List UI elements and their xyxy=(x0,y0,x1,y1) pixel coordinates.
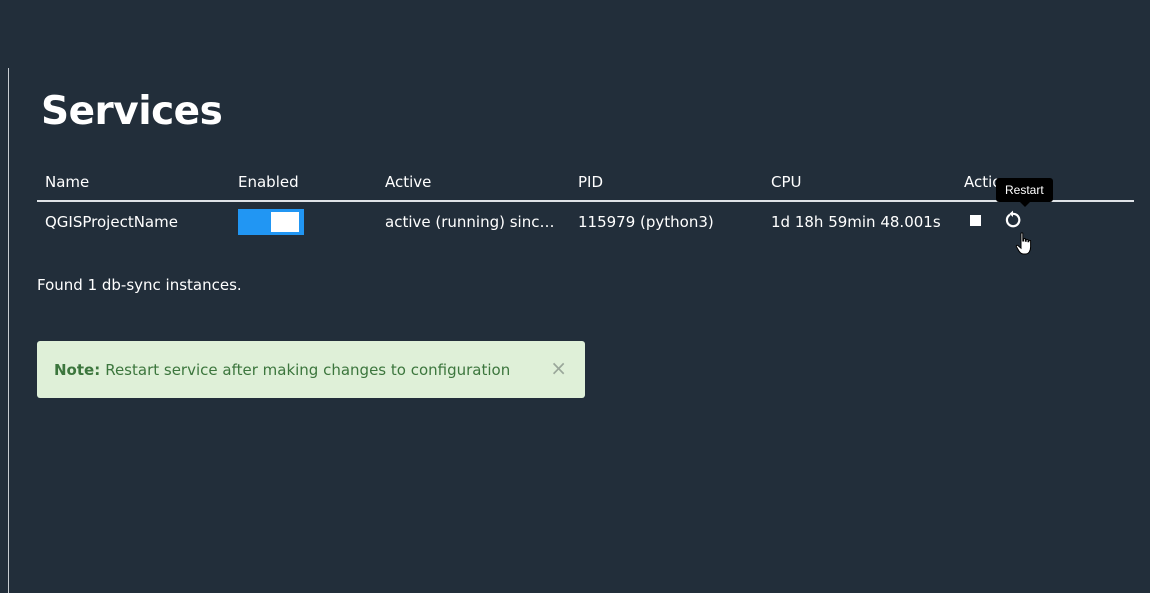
table-row: QGISProjectName active (running) since .… xyxy=(37,201,1134,241)
alert-message: Restart service after making changes to … xyxy=(105,360,511,379)
page-title: Services xyxy=(41,89,223,134)
instances-summary: Found 1 db-sync instances. xyxy=(37,276,242,294)
active-status: active (running) since ... xyxy=(385,212,555,231)
services-page: Services Name Enabled Active PID CPU Act… xyxy=(0,0,1150,593)
services-table: Name Enabled Active PID CPU Actions QGIS… xyxy=(37,164,1134,241)
header-enabled: Enabled xyxy=(230,164,377,202)
pid-value: 115979 (python3) xyxy=(578,212,714,231)
note-alert: Note: Restart service after making chang… xyxy=(37,341,585,398)
enabled-toggle[interactable] xyxy=(238,208,304,235)
cpu-value: 1d 18h 59min 48.001s xyxy=(771,212,941,231)
header-name: Name xyxy=(37,164,230,202)
header-cpu: CPU xyxy=(763,164,956,202)
header-pid: PID xyxy=(570,164,763,202)
sidebar-divider xyxy=(8,68,9,593)
table-header-row: Name Enabled Active PID CPU Actions xyxy=(37,164,1134,202)
restart-tooltip: Restart xyxy=(996,178,1053,207)
enabled-cell xyxy=(230,201,377,241)
actions-cell xyxy=(956,201,1134,241)
service-name: QGISProjectName xyxy=(45,212,178,231)
toggle-knob xyxy=(271,211,299,232)
close-icon[interactable]: × xyxy=(550,358,567,378)
hand-cursor-icon xyxy=(1015,232,1035,260)
stop-icon[interactable] xyxy=(970,215,981,226)
active-cell: active (running) since ... xyxy=(377,201,570,241)
header-active: Active xyxy=(377,164,570,202)
restart-icon[interactable] xyxy=(1003,210,1023,230)
alert-label: Note: xyxy=(54,360,101,379)
